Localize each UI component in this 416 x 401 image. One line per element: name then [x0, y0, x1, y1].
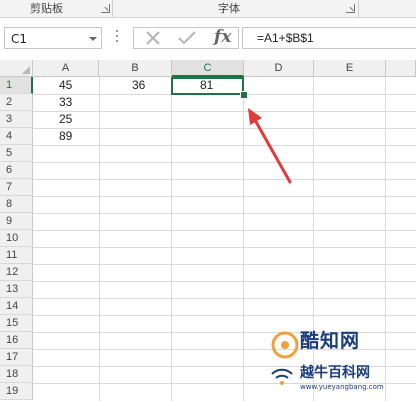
formula-bar-resize-handle[interactable]: [116, 30, 119, 46]
name-box[interactable]: C1: [4, 27, 102, 49]
watermark-subtitle: 越牛百科网: [300, 365, 370, 381]
ribbon-divider: [358, 0, 359, 17]
watermark-logo-icon: [271, 331, 299, 359]
formula-input[interactable]: =A1+$B$1: [242, 27, 416, 49]
enter-check-icon[interactable]: [172, 28, 202, 48]
watermark-title: 酷知网: [300, 330, 361, 352]
font-dialog-launcher-icon[interactable]: [346, 4, 355, 13]
clipboard-dialog-launcher-icon[interactable]: [101, 4, 110, 13]
chevron-down-icon[interactable]: [89, 37, 97, 41]
name-box-value: C1: [11, 32, 28, 46]
formula-bar: C1 fx =A1+$B$1: [0, 18, 416, 60]
cancel-icon[interactable]: [138, 28, 168, 48]
insert-function-button[interactable]: fx: [214, 27, 231, 47]
ribbon-divider: [112, 0, 113, 17]
ribbon-group-font-label: 字体: [218, 2, 240, 15]
ribbon-group-bar: 剪贴板 字体: [0, 0, 416, 18]
spreadsheet-grid: A B C D E 1 2 3 4 5 6 7 8 9 10 11 12 13 …: [0, 60, 416, 401]
ribbon-group-clipboard-label: 剪贴板: [30, 2, 63, 15]
wifi-logo-icon: [271, 368, 293, 385]
watermark-url: www.yueyangbang.com: [300, 383, 384, 391]
